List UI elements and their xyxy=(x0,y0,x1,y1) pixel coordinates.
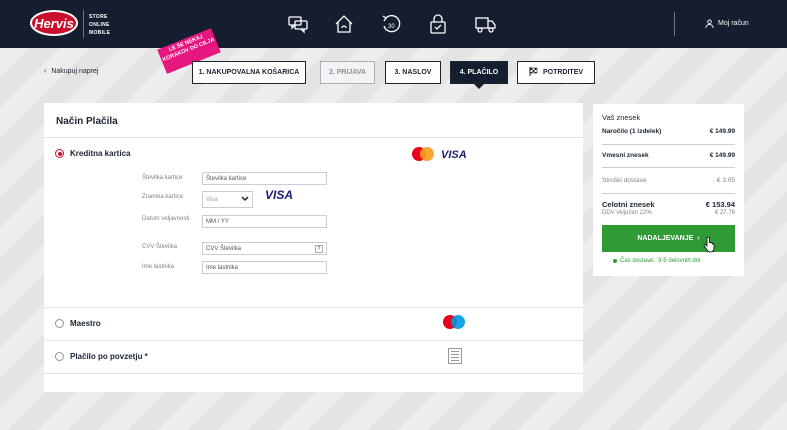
logo-separator xyxy=(83,10,84,38)
step-login-label: 2. PRIJAVA xyxy=(328,69,367,76)
subtotal-label: Vmesni znesek xyxy=(602,152,649,159)
chevron-down-icon xyxy=(241,195,249,204)
account-link[interactable]: Moj račun xyxy=(705,19,749,28)
summary-divider-1 xyxy=(602,144,735,145)
card-number-input[interactable]: Številka kartice xyxy=(202,172,327,185)
payment-option-maestro[interactable]: Maestro xyxy=(55,319,101,328)
continue-shopping-link[interactable]: ‹ Nakupuj naprej xyxy=(44,68,98,75)
step-cart[interactable]: 1. NAKUPOVALNA KOŠARICA xyxy=(192,61,306,84)
cash-on-delivery-radio[interactable] xyxy=(55,352,64,361)
svg-text:30: 30 xyxy=(388,24,395,30)
credit-card-radio[interactable] xyxy=(55,149,64,158)
chat-icon[interactable] xyxy=(287,13,309,35)
chevron-left-icon: ‹ xyxy=(44,68,47,75)
payment-option-cash-on-delivery[interactable]: Plačilo po povzetju * xyxy=(55,352,148,361)
step-cart-label: 1. NAKUPOVALNA KOŠARICA xyxy=(198,69,300,76)
delivery-status-dot xyxy=(613,259,617,263)
lock-check-icon[interactable] xyxy=(427,13,449,35)
option-divider-1 xyxy=(44,307,583,308)
payment-option-credit-card[interactable]: Kreditna kartica xyxy=(55,149,130,158)
order-row: Naročilo (1 izdelek) € 149.99 xyxy=(602,128,735,135)
chevron-right-icon: › xyxy=(697,235,700,242)
tagline-store: STORE xyxy=(89,14,108,20)
option-divider-3 xyxy=(44,373,583,374)
step-payment[interactable]: 4. PLAČILO xyxy=(450,61,508,89)
vat-row: DDV vključen 22% € 27.76 xyxy=(602,210,735,216)
option-divider-2 xyxy=(44,340,583,341)
subtotal-value: € 149.99 xyxy=(709,152,735,159)
maestro-radio[interactable] xyxy=(55,319,64,328)
payment-title: Način Plačila xyxy=(56,116,118,127)
step-address[interactable]: 3. NASLOV xyxy=(385,61,441,84)
holder-label: Ime lastnika xyxy=(142,264,175,270)
cvv-label: CVV Številka xyxy=(142,244,178,250)
maestro-label: Maestro xyxy=(70,319,101,328)
top-navigation-bar: Hervis STORE ONLINE MOBILE 30 Moj račun xyxy=(0,0,787,48)
step-payment-label: 4. PLAČILO xyxy=(459,69,499,76)
checkered-flag-icon xyxy=(529,67,538,78)
vat-value: € 27.76 xyxy=(714,210,735,216)
mastercard-icon xyxy=(412,147,434,161)
home-return-icon[interactable] xyxy=(333,13,355,35)
step-confirmation[interactable]: POTRDITEV xyxy=(517,61,595,84)
continue-button[interactable]: NADALJEVANJE › xyxy=(602,225,735,252)
total-value: € 153.94 xyxy=(705,200,735,209)
header-separator xyxy=(674,12,675,36)
cvv-placeholder: CVV Številka xyxy=(206,245,242,252)
order-summary-panel: Vaš znesek Naročilo (1 izdelek) € 149.99… xyxy=(593,104,744,276)
total-row: Celotni znesek € 153.94 xyxy=(602,200,735,209)
summary-divider-2 xyxy=(602,167,735,168)
order-label: Naročilo (1 izdelek) xyxy=(602,128,662,135)
maestro-icon xyxy=(443,315,465,329)
account-label: Moj račun xyxy=(718,20,749,27)
hervis-logo[interactable]: Hervis xyxy=(30,10,78,36)
total-label: Celotni znesek xyxy=(602,200,655,209)
selected-brand-visa-icon: VISA xyxy=(265,188,294,202)
shipping-label: Stroški dostave xyxy=(602,177,647,184)
summary-title: Vaš znesek xyxy=(602,113,641,122)
step-confirmation-label: POTRDITEV xyxy=(542,69,584,76)
order-value: € 149.99 xyxy=(709,128,735,135)
step-login: 2. PRIJAVA xyxy=(320,61,375,84)
logo-tagline: STORE ONLINE MOBILE xyxy=(89,13,110,37)
delivery-days: 3-5 delovnih dni xyxy=(658,258,701,264)
delivery-time: Čas dostave: 3-5 delovnih dni xyxy=(613,258,700,264)
credit-card-label: Kreditna kartica xyxy=(70,149,131,158)
delivery-label: Čas dostave: xyxy=(620,258,656,264)
payment-method-panel: Način Plačila Kreditna kartica VISA Štev… xyxy=(44,103,583,392)
continue-shopping-label: Nakupuj naprej xyxy=(51,68,99,75)
card-brand-select[interactable]: Visa xyxy=(202,191,253,208)
step-address-label: 3. NASLOV xyxy=(394,69,432,76)
return-30-icon[interactable]: 30 xyxy=(380,13,402,35)
summary-divider-3 xyxy=(602,193,735,194)
visa-logo-icon: VISA xyxy=(441,149,467,161)
cvv-input[interactable]: CVV Številka ? xyxy=(202,242,327,255)
cvv-help-icon[interactable]: ? xyxy=(315,245,323,253)
continue-label: NADALJEVANJE xyxy=(637,235,694,242)
truck-icon[interactable] xyxy=(474,13,496,35)
expiry-input[interactable]: MM / YY xyxy=(202,215,327,228)
card-brand-label: Znamka kartice xyxy=(142,194,184,200)
expiry-label: Datum veljavnosti xyxy=(142,216,190,222)
card-brand-value: Visa xyxy=(206,196,218,203)
title-divider xyxy=(44,137,583,138)
card-number-label: Številka kartice xyxy=(142,175,183,181)
tagline-online: ONLINE xyxy=(89,22,110,28)
subtotal-row: Vmesni znesek € 149.99 xyxy=(602,152,735,159)
cash-on-delivery-label: Plačilo po povzetju * xyxy=(70,352,148,361)
hand-cursor-icon xyxy=(703,236,715,253)
vat-label: DDV vključen 22% xyxy=(602,210,652,216)
holder-input[interactable]: Ime lastnika xyxy=(202,261,327,274)
user-icon xyxy=(705,19,714,28)
shipping-row: Stroški dostave € 3.05 xyxy=(602,177,735,184)
receipt-icon xyxy=(448,348,462,364)
shipping-value: € 3.05 xyxy=(716,177,735,184)
tagline-mobile: MOBILE xyxy=(89,30,111,36)
